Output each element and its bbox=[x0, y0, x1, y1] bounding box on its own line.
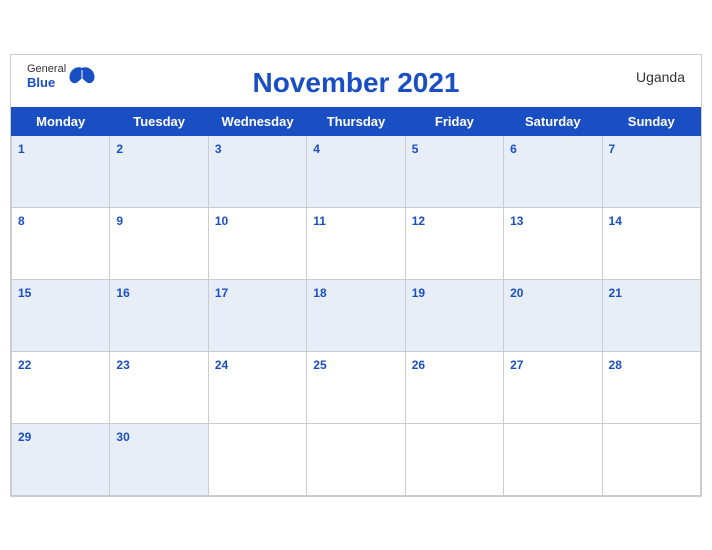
calendar-cell: 7 bbox=[602, 135, 700, 207]
header-thursday: Thursday bbox=[307, 107, 405, 135]
calendar-cell: 4 bbox=[307, 135, 405, 207]
day-number: 19 bbox=[412, 286, 425, 300]
calendar-cell: 17 bbox=[208, 279, 306, 351]
calendar-cell: 1 bbox=[12, 135, 110, 207]
calendar-cell: 23 bbox=[110, 351, 208, 423]
day-number: 29 bbox=[18, 430, 31, 444]
header-saturday: Saturday bbox=[504, 107, 602, 135]
day-number: 1 bbox=[18, 142, 25, 156]
day-number: 5 bbox=[412, 142, 419, 156]
calendar-cell: 21 bbox=[602, 279, 700, 351]
day-number: 22 bbox=[18, 358, 31, 372]
calendar-cell: 15 bbox=[12, 279, 110, 351]
day-number: 21 bbox=[609, 286, 622, 300]
calendar-week-row: 8 9 10 11 12 13 14 bbox=[12, 207, 701, 279]
day-number: 17 bbox=[215, 286, 228, 300]
day-number: 15 bbox=[18, 286, 31, 300]
day-number: 20 bbox=[510, 286, 523, 300]
header-wednesday: Wednesday bbox=[208, 107, 306, 135]
day-number: 11 bbox=[313, 214, 326, 228]
day-number: 6 bbox=[510, 142, 517, 156]
calendar-cell: 6 bbox=[504, 135, 602, 207]
day-number: 24 bbox=[215, 358, 228, 372]
logo-general-text: General bbox=[27, 63, 66, 75]
day-number: 13 bbox=[510, 214, 523, 228]
day-number: 16 bbox=[116, 286, 129, 300]
calendar-cell: 12 bbox=[405, 207, 503, 279]
header-friday: Friday bbox=[405, 107, 503, 135]
calendar-cell: 16 bbox=[110, 279, 208, 351]
day-number: 8 bbox=[18, 214, 25, 228]
calendar-cell bbox=[405, 423, 503, 495]
calendar-cell: 27 bbox=[504, 351, 602, 423]
day-number: 23 bbox=[116, 358, 129, 372]
calendar-week-row: 29 30 bbox=[12, 423, 701, 495]
logo-area: General Blue bbox=[27, 63, 96, 90]
day-number: 26 bbox=[412, 358, 425, 372]
day-number: 27 bbox=[510, 358, 523, 372]
calendar-cell: 29 bbox=[12, 423, 110, 495]
calendar-cell: 26 bbox=[405, 351, 503, 423]
day-number: 2 bbox=[116, 142, 123, 156]
day-number: 7 bbox=[609, 142, 616, 156]
day-number: 30 bbox=[116, 430, 129, 444]
country-label: Uganda bbox=[636, 69, 685, 85]
calendar-week-row: 1 2 3 4 5 6 7 bbox=[12, 135, 701, 207]
day-number: 25 bbox=[313, 358, 326, 372]
calendar-cell: 19 bbox=[405, 279, 503, 351]
calendar-header: General Blue November 2021 Uganda bbox=[11, 55, 701, 107]
calendar-cell bbox=[208, 423, 306, 495]
calendar-cell: 13 bbox=[504, 207, 602, 279]
calendar-cell bbox=[602, 423, 700, 495]
day-number: 12 bbox=[412, 214, 425, 228]
calendar-container: General Blue November 2021 Uganda Monday… bbox=[10, 54, 702, 497]
calendar-table: Monday Tuesday Wednesday Thursday Friday… bbox=[11, 107, 701, 496]
month-title: November 2021 bbox=[252, 67, 459, 99]
day-number: 4 bbox=[313, 142, 320, 156]
logo-blue-text: Blue bbox=[27, 75, 66, 90]
logo-bird-icon bbox=[68, 66, 96, 86]
calendar-week-row: 15 16 17 18 19 20 21 bbox=[12, 279, 701, 351]
header-sunday: Sunday bbox=[602, 107, 700, 135]
calendar-cell: 30 bbox=[110, 423, 208, 495]
calendar-cell bbox=[307, 423, 405, 495]
day-number: 3 bbox=[215, 142, 222, 156]
header-monday: Monday bbox=[12, 107, 110, 135]
day-number: 9 bbox=[116, 214, 123, 228]
header-tuesday: Tuesday bbox=[110, 107, 208, 135]
calendar-week-row: 22 23 24 25 26 27 28 bbox=[12, 351, 701, 423]
calendar-cell: 24 bbox=[208, 351, 306, 423]
day-number: 10 bbox=[215, 214, 228, 228]
calendar-cell: 3 bbox=[208, 135, 306, 207]
day-number: 18 bbox=[313, 286, 326, 300]
calendar-cell: 9 bbox=[110, 207, 208, 279]
calendar-cell bbox=[504, 423, 602, 495]
calendar-cell: 2 bbox=[110, 135, 208, 207]
calendar-cell: 28 bbox=[602, 351, 700, 423]
calendar-cell: 11 bbox=[307, 207, 405, 279]
calendar-cell: 14 bbox=[602, 207, 700, 279]
calendar-cell: 10 bbox=[208, 207, 306, 279]
calendar-cell: 8 bbox=[12, 207, 110, 279]
calendar-cell: 25 bbox=[307, 351, 405, 423]
weekday-header-row: Monday Tuesday Wednesday Thursday Friday… bbox=[12, 107, 701, 135]
day-number: 28 bbox=[609, 358, 622, 372]
calendar-cell: 5 bbox=[405, 135, 503, 207]
calendar-cell: 22 bbox=[12, 351, 110, 423]
calendar-cell: 20 bbox=[504, 279, 602, 351]
calendar-cell: 18 bbox=[307, 279, 405, 351]
day-number: 14 bbox=[609, 214, 622, 228]
